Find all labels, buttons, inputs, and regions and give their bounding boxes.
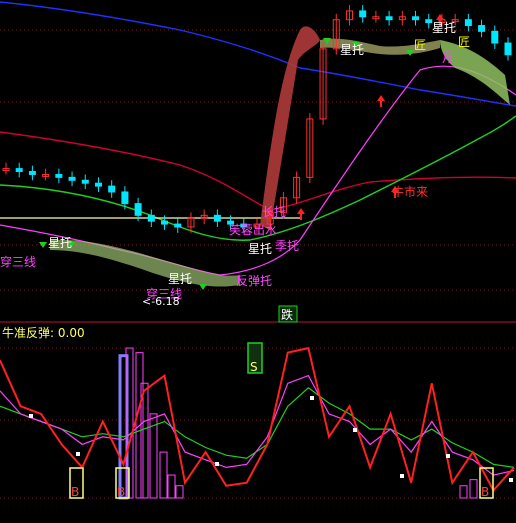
buy-signal-label: B (71, 485, 79, 499)
buy-signal-label: B (117, 485, 125, 499)
annotation-label: 反弹托 (236, 274, 272, 288)
buy-signal-label: B (481, 485, 489, 499)
candle-body (161, 220, 169, 225)
candle-body (121, 191, 129, 205)
annotation-label: 星托 (340, 43, 364, 57)
indicator-value: 0.00 (57, 326, 85, 340)
candle-body (213, 214, 221, 222)
candle-body (174, 223, 182, 228)
fall-marker-label: 跌 (281, 307, 293, 322)
annotation-label: 牛市来 (392, 184, 428, 199)
candle-body (55, 173, 63, 178)
annotation-label: 芙蓉出水 (229, 223, 277, 237)
indicator-title: 牛准反弹: 0.00 (2, 326, 85, 340)
annotation-label: 星托 (248, 242, 272, 256)
candle-body (81, 179, 89, 184)
annotation-label: 月 (442, 51, 454, 65)
annotation-label: <-6.18 (142, 295, 180, 308)
candle-body (108, 185, 116, 193)
candle-body (94, 182, 102, 187)
candle-body (478, 25, 486, 32)
sell-signal-marker: S (247, 342, 263, 374)
annotation-label: 长托 (262, 205, 286, 219)
candle-body (359, 10, 367, 18)
indicator-name: 牛准反弹 (2, 326, 51, 340)
candle-body (491, 30, 499, 44)
candle-body (425, 19, 433, 24)
annotation-label: 匠 (414, 38, 426, 52)
annotation-label: 匠 (458, 35, 470, 49)
annotation-label: 星托 (48, 236, 72, 250)
candle-body (134, 203, 142, 216)
candle-body (28, 171, 36, 175)
candle-body (385, 16, 393, 21)
annotation-label: 穿三线 (0, 254, 36, 269)
candle-body (504, 42, 512, 56)
candle-body (464, 19, 472, 27)
candle-body (412, 16, 420, 21)
sell-signal-label: S (250, 360, 258, 374)
annotation-label: 星托 (168, 272, 192, 286)
stock-chart: 星托 匠 匠 月 星托 牛市来 芙蓉出水 长托 星托 季托 反弹托 穿三线 星托… (0, 0, 516, 523)
candle-body (68, 176, 76, 181)
candle-body (147, 214, 155, 222)
annotation-label: 季托 (275, 239, 299, 253)
candle-body (15, 168, 23, 173)
annotation-label: 星托 (432, 21, 456, 35)
fall-marker: 跌 (278, 305, 298, 323)
